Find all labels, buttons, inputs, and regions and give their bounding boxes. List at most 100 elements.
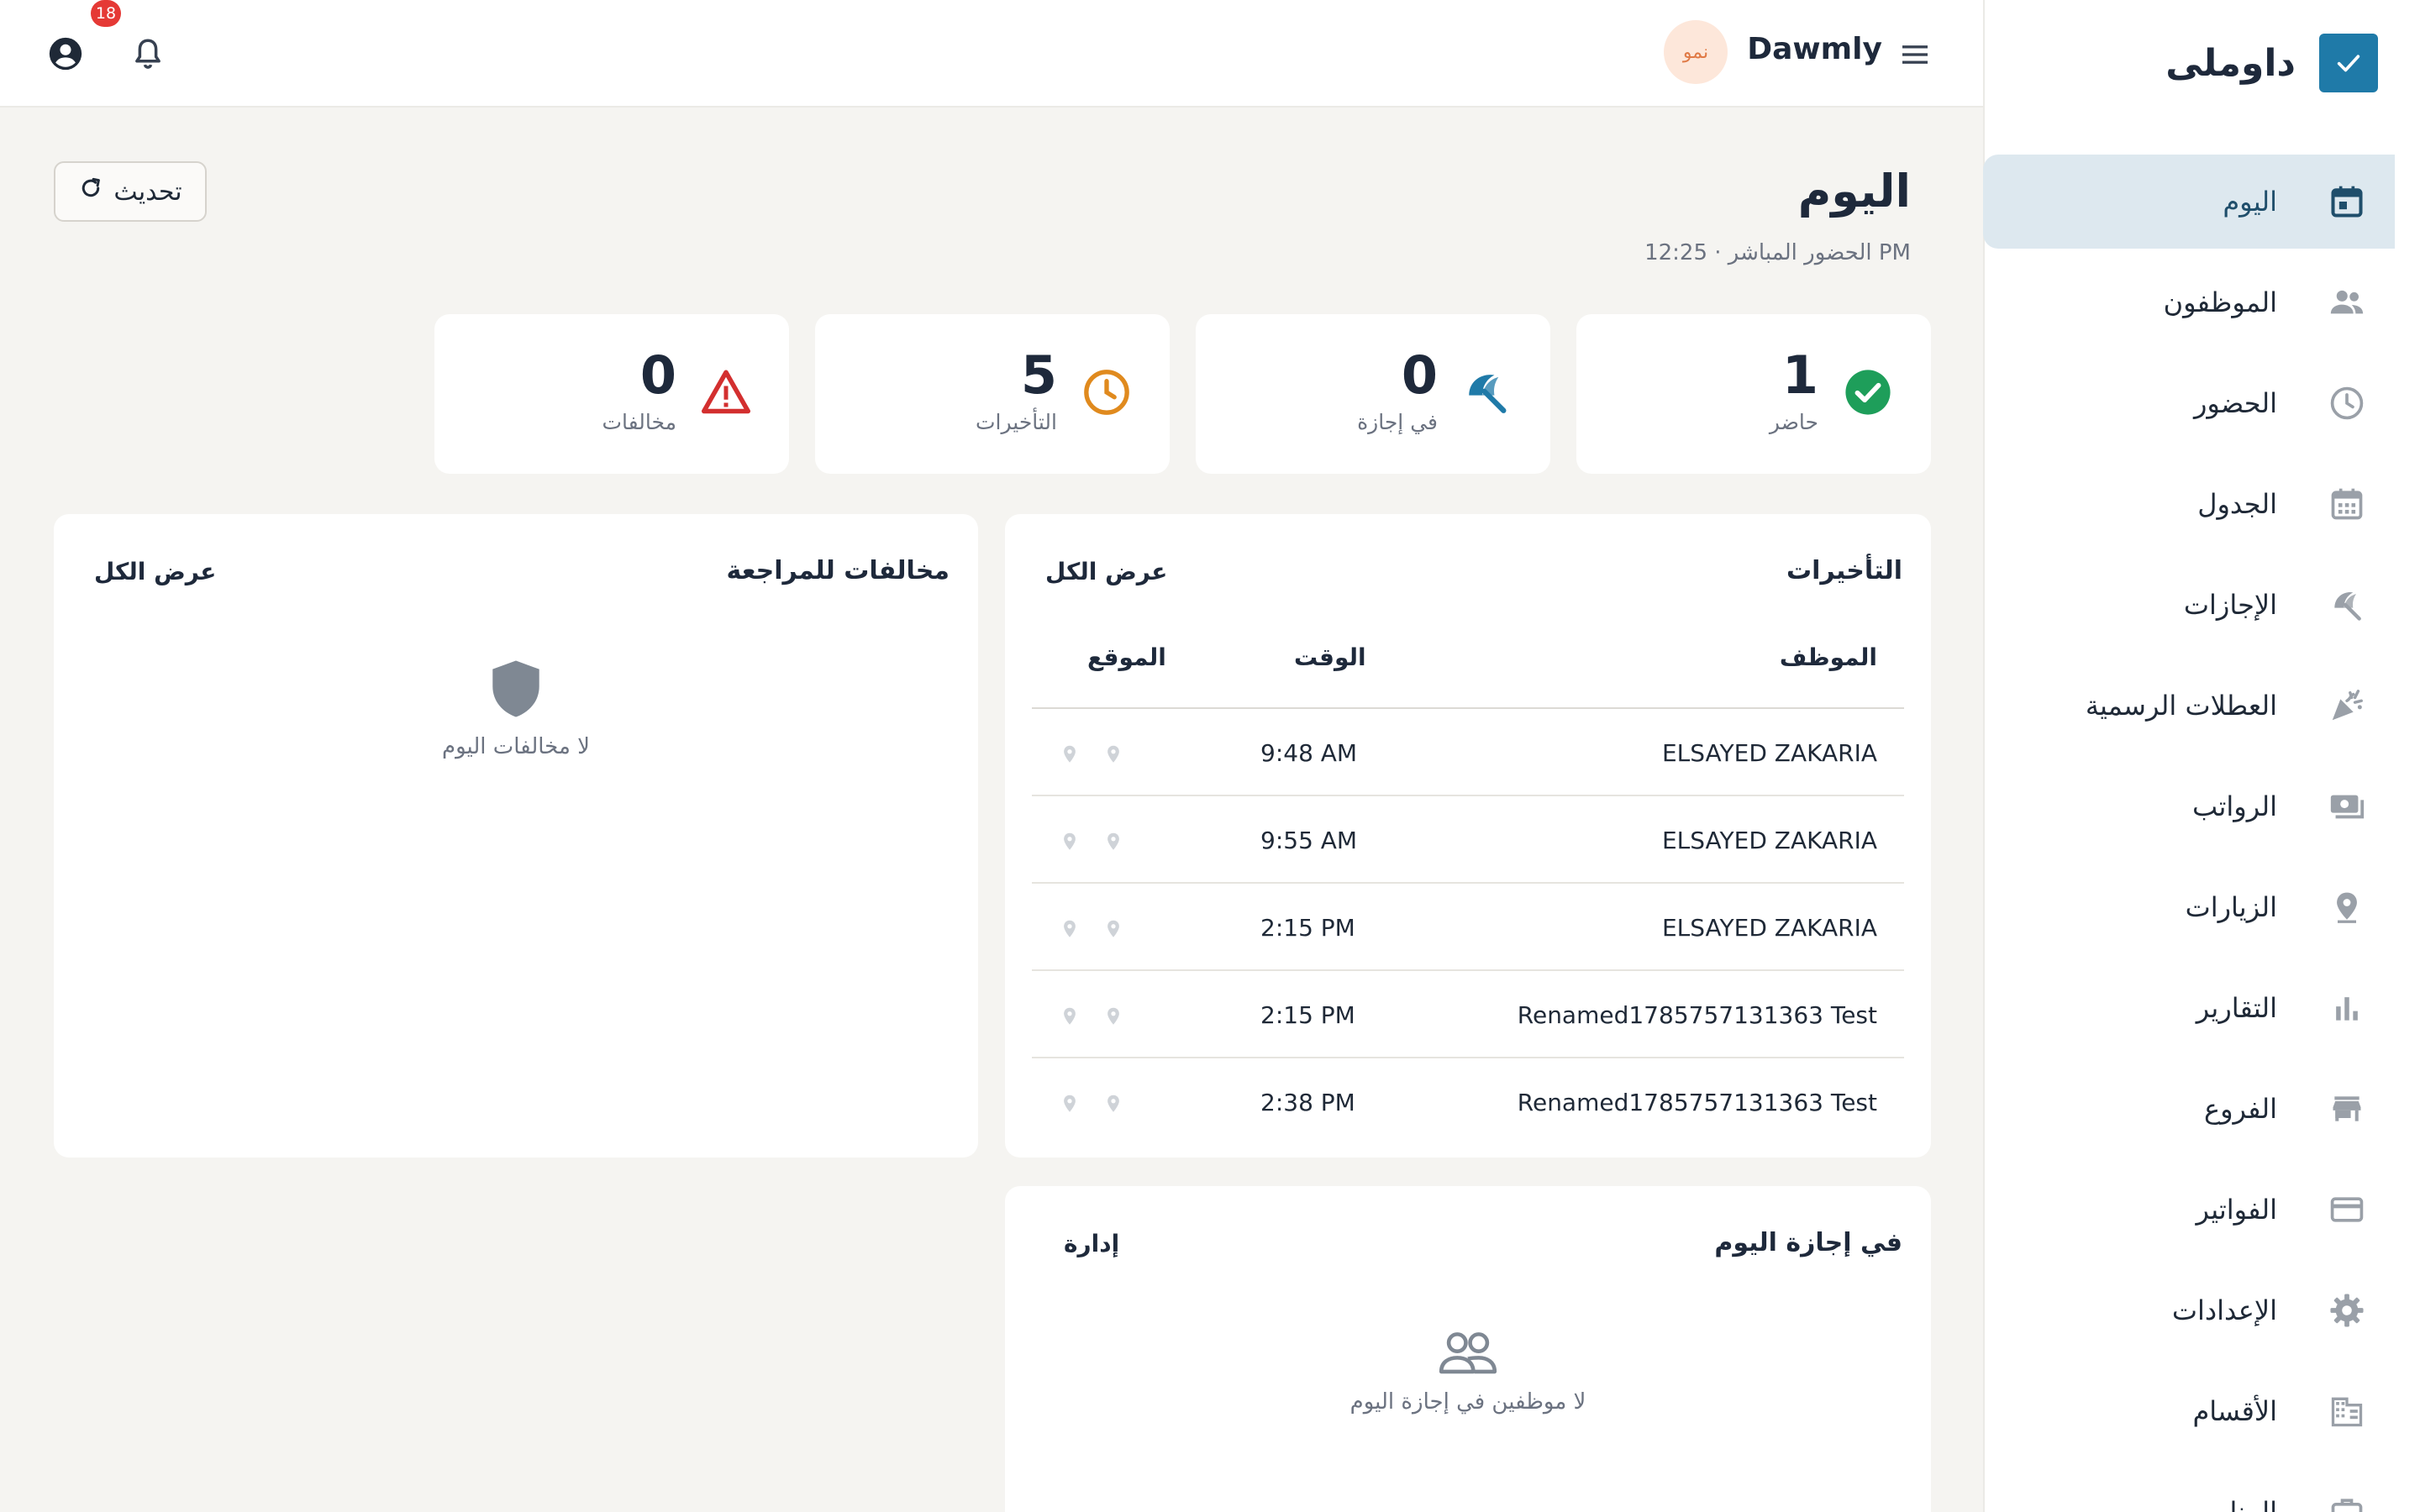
manage-leaves-link[interactable]: إدارة <box>1064 1230 1119 1257</box>
delay-time: 2:38 PM <box>1260 1089 1355 1116</box>
brand-name: داوملى <box>2165 41 2296 85</box>
panel-title: في إجازة اليوم <box>1714 1228 1902 1257</box>
stat-card-present[interactable]: 1 حاضر <box>1576 314 1931 474</box>
sidebar-item-invoices[interactable]: الفواتير <box>1983 1163 2420 1257</box>
sidebar-item-holidays[interactable]: العطلات الرسمية <box>1983 659 2420 753</box>
sidebar-item-label: الموظفون <box>2163 286 2277 318</box>
stat-label: مخالفات <box>602 410 676 434</box>
stat-card-violations[interactable]: 0 مخالفات <box>434 314 789 474</box>
location-pin-icon[interactable] <box>1101 1005 1126 1030</box>
location-cell <box>1057 1092 1126 1117</box>
app-name: Dawmly <box>1747 32 1882 66</box>
empty-message: لا موظفين في إجازة اليوم <box>1349 1389 1586 1415</box>
menu-icon[interactable] <box>1894 34 1936 76</box>
live-attendance-subtitle: الحضور المباشر · 12:25 PM <box>1644 240 1911 265</box>
refresh-icon <box>78 176 103 207</box>
location-pin-icon[interactable] <box>1101 917 1126 942</box>
people-outline-icon <box>1005 1329 1931 1376</box>
sidebar-item-label: الإجازات <box>2183 589 2277 621</box>
sidebar-item-settings[interactable]: الإعدادات <box>1983 1263 2420 1357</box>
sidebar-item-employees[interactable]: الموظفون <box>1983 255 2420 349</box>
empty-message: لا مخالفات اليوم <box>442 734 590 759</box>
table-header: الموظف الوقت الموقع <box>1032 632 1904 709</box>
on-leave-panel: في إجازة اليوم إدارة لا موظفين في إجازة … <box>1005 1186 1931 1512</box>
sidebar-item-attendance[interactable]: الحضور <box>1983 356 2420 450</box>
store-icon <box>2326 1088 2368 1130</box>
sidebar-item-today[interactable]: اليوم <box>1983 155 2395 249</box>
stat-card-delays[interactable]: 5 التأخيرات <box>815 314 1170 474</box>
sidebar-item-label: الإعدادات <box>2171 1294 2277 1326</box>
sidebar-item-departments[interactable]: الأقسام <box>1983 1364 2420 1458</box>
top-bar: Dawmly نمو 18 <box>0 0 1983 108</box>
column-employee: الموظف <box>1779 643 1877 671</box>
location-cell <box>1057 1005 1126 1030</box>
sidebar-item-payroll[interactable]: الرواتب <box>1983 759 2420 853</box>
clock-icon <box>2326 382 2368 424</box>
sidebar-item-schedule[interactable]: الجدول <box>1983 457 2420 551</box>
sidebar-item-label: الفروع <box>2203 1093 2277 1125</box>
bell-icon[interactable] <box>126 32 170 76</box>
sidebar-item-label: المنا <box>2229 1496 2277 1512</box>
sidebar-item-jobs[interactable]: المنا <box>1983 1465 2420 1512</box>
page-title: اليوم <box>1797 165 1911 218</box>
stat-card-on-leave[interactable]: 0 في إجازة <box>1196 314 1550 474</box>
sidebar-item-visits[interactable]: الزيارات <box>1983 860 2420 954</box>
table-row[interactable]: Renamed1785757131363 Test 2:38 PM <box>1032 1058 1904 1146</box>
delays-view-all-link[interactable]: عرض الكل <box>1045 558 1167 585</box>
column-location: الموقع <box>1087 643 1166 671</box>
location-pin-icon[interactable] <box>1101 830 1126 855</box>
celebration-icon <box>2326 685 2368 727</box>
brand-logo-icon <box>2319 34 2378 92</box>
location-pin-icon[interactable] <box>1057 830 1082 855</box>
location-pin-icon[interactable] <box>1101 743 1126 768</box>
violations-panel: مخالفات للمراجعة عرض الكل لا مخالفات الي… <box>54 514 978 1158</box>
brand[interactable]: داوملى <box>2165 34 2378 92</box>
sidebar-item-branches[interactable]: الفروع <box>1983 1062 2420 1156</box>
table-row[interactable]: ELSAYED ZAKARIA 9:48 AM <box>1032 709 1904 796</box>
stat-label: حاضر <box>1769 410 1818 434</box>
people-icon <box>2326 281 2368 323</box>
sidebar-item-reports[interactable]: التقارير <box>1983 961 2420 1055</box>
location-pin-icon[interactable] <box>1057 1005 1082 1030</box>
table-row[interactable]: ELSAYED ZAKARIA 2:15 PM <box>1032 884 1904 971</box>
clock-icon <box>1079 365 1134 420</box>
location-pin-icon[interactable] <box>1057 1092 1082 1117</box>
beach-umbrella-icon <box>2326 584 2368 626</box>
panel-title: التأخيرات <box>1786 556 1902 585</box>
refresh-label: تحديث <box>113 177 182 206</box>
employee-name: Renamed1785757131363 Test <box>1517 1001 1877 1029</box>
account-icon[interactable] <box>44 32 87 76</box>
briefcase-icon <box>2326 1491 2368 1512</box>
table-row[interactable]: ELSAYED ZAKARIA 9:55 AM <box>1032 796 1904 884</box>
sidebar-item-label: الرواتب <box>2192 790 2277 822</box>
payments-icon <box>2326 785 2368 827</box>
building-icon <box>2326 1390 2368 1432</box>
sidebar: داوملى اليوم الموظفون الحضور الجدول الإج… <box>1983 0 2420 1512</box>
org-avatar[interactable]: نمو <box>1664 20 1728 84</box>
stat-value: 0 <box>639 344 676 406</box>
violations-view-all-link[interactable]: عرض الكل <box>94 558 216 585</box>
location-pin-icon[interactable] <box>1057 743 1082 768</box>
location-pin-icon[interactable] <box>1101 1092 1126 1117</box>
stat-value: 5 <box>1020 344 1057 406</box>
sidebar-item-label: الجدول <box>2197 488 2277 520</box>
beach-umbrella-icon <box>1460 365 1515 420</box>
sidebar-item-label: الزيارات <box>2185 891 2277 923</box>
refresh-button[interactable]: تحديث <box>54 161 207 222</box>
sidebar-item-label: العطلات الرسمية <box>2085 690 2277 722</box>
location-pin-icon <box>2326 886 2368 928</box>
stat-label: التأخيرات <box>976 410 1057 434</box>
location-cell <box>1057 743 1126 768</box>
check-circle-icon <box>1840 365 1896 420</box>
location-pin-icon[interactable] <box>1057 917 1082 942</box>
table-row[interactable]: Renamed1785757131363 Test 2:15 PM <box>1032 971 1904 1058</box>
employee-name: ELSAYED ZAKARIA <box>1661 739 1877 767</box>
delay-time: 9:55 AM <box>1260 827 1358 854</box>
delay-time: 2:15 PM <box>1260 1001 1355 1029</box>
shield-icon <box>54 657 978 721</box>
sidebar-item-leaves[interactable]: الإجازات <box>1983 558 2420 652</box>
stat-label: في إجازة <box>1357 410 1438 434</box>
delay-time: 2:15 PM <box>1260 914 1355 942</box>
sidebar-nav: اليوم الموظفون الحضور الجدول الإجازات ال… <box>1983 155 2420 1512</box>
employee-name: ELSAYED ZAKARIA <box>1661 827 1877 854</box>
